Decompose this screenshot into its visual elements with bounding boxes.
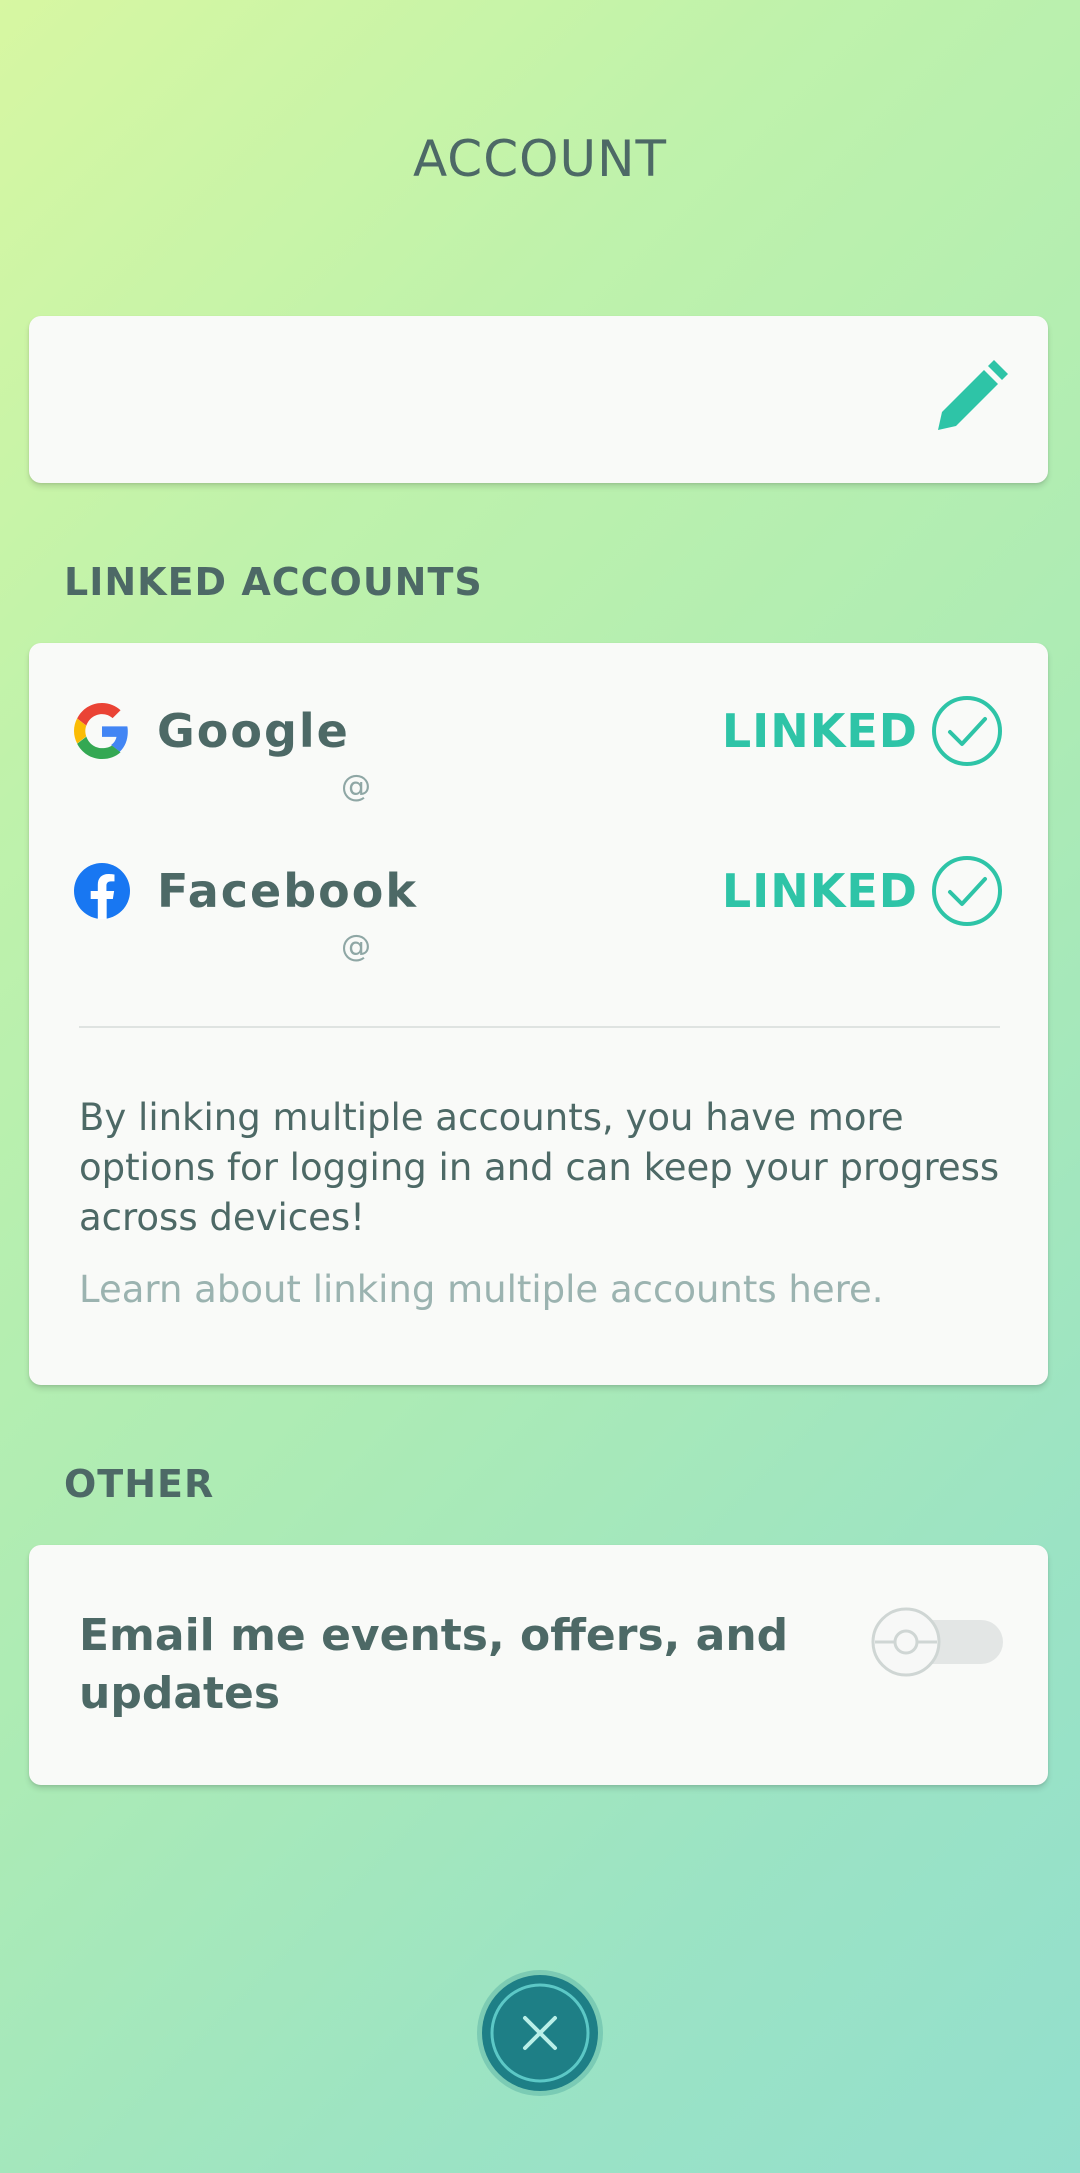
account-name: Google bbox=[157, 704, 350, 758]
close-icon[interactable] bbox=[475, 1968, 605, 2098]
account-handle: @ bbox=[341, 929, 371, 964]
account-name: Facebook bbox=[157, 864, 418, 918]
linked-accounts-heading: LINKED ACCOUNTS bbox=[64, 560, 483, 604]
email-opt-in-toggle[interactable] bbox=[871, 1607, 1003, 1677]
page-title: ACCOUNT bbox=[412, 130, 668, 188]
check-circle-icon bbox=[932, 856, 1002, 926]
linked-account-facebook[interactable]: Facebook @ LINKED bbox=[29, 856, 1048, 983]
other-settings-card: Email me events, offers, and updates bbox=[29, 1545, 1048, 1785]
google-icon bbox=[74, 703, 128, 759]
email-opt-in-label: Email me events, offers, and updates bbox=[79, 1610, 789, 1719]
linking-info-text: By linking multiple accounts, you have m… bbox=[79, 1096, 1000, 1239]
linked-status-label: LINKED bbox=[721, 704, 918, 758]
other-heading: OTHER bbox=[64, 1462, 215, 1506]
pencil-icon[interactable] bbox=[928, 360, 1008, 440]
linked-accounts-card: Google @ LINKED Facebook @ LINKED By lin… bbox=[29, 643, 1048, 1385]
linked-account-google[interactable]: Google @ LINKED bbox=[29, 696, 1048, 823]
learn-more-link[interactable]: Learn about linking multiple accounts he… bbox=[79, 1268, 884, 1311]
divider bbox=[79, 1026, 1000, 1028]
account-handle: @ bbox=[341, 769, 371, 804]
check-circle-icon bbox=[932, 696, 1002, 766]
trainer-name-card bbox=[29, 316, 1048, 483]
facebook-icon bbox=[74, 863, 130, 919]
linked-status-label: LINKED bbox=[721, 864, 918, 918]
